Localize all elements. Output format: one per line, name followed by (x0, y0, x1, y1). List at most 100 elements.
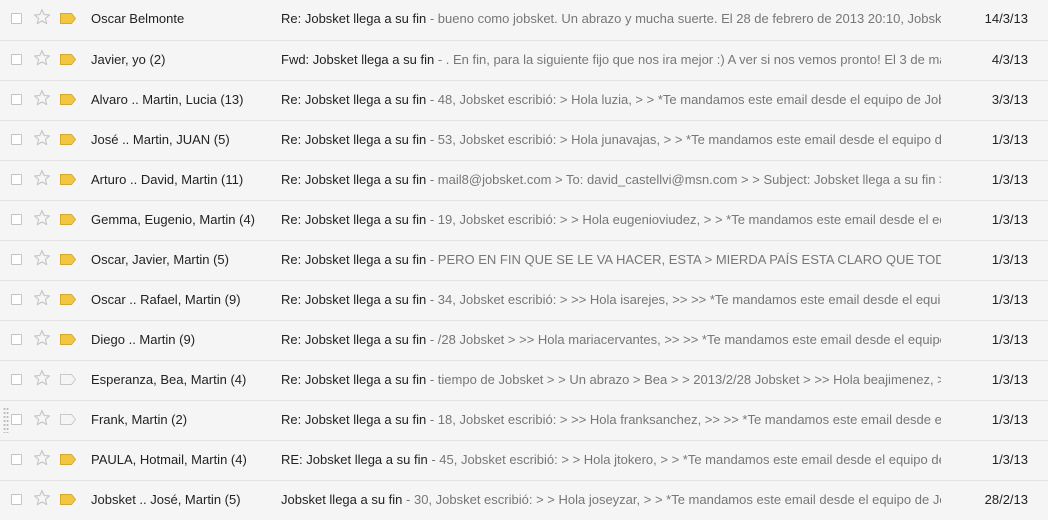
email-date: 1/3/13 (991, 332, 1028, 347)
email-subject: Re: Jobsket llega a su fin (281, 132, 427, 147)
email-date: 1/3/13 (991, 172, 1028, 187)
email-snippet: - bueno como jobsket. Un abrazo y mucha … (426, 11, 941, 26)
message-preview: Re: Jobsket llega a su fin - /28 Jobsket… (281, 332, 941, 347)
email-snippet: - mail8@jobsket.com > To: david_castellv… (426, 172, 941, 187)
importance-marker-icon[interactable] (60, 494, 76, 505)
email-row[interactable]: Alvaro .. Martin, Lucia (13) Re: Jobsket … (0, 80, 1048, 120)
message-preview: Re: Jobsket llega a su fin - PERO EN FIN… (281, 252, 941, 267)
email-subject: Re: Jobsket llega a su fin (281, 212, 427, 227)
email-snippet: - tiempo de Jobsket > > Un abrazo > Bea … (426, 372, 941, 387)
email-snippet: - . En fin, para la siguiente fijo que n… (434, 52, 941, 67)
email-snippet: - 48, Jobsket escribió: > Hola luzia, > … (426, 92, 941, 107)
email-date: 1/3/13 (991, 372, 1028, 387)
importance-marker-icon[interactable] (60, 214, 76, 225)
email-date: 3/3/13 (991, 92, 1028, 107)
importance-marker-icon[interactable] (60, 454, 76, 465)
email-subject: Re: Jobsket llega a su fin (281, 332, 427, 347)
select-checkbox[interactable] (11, 414, 22, 425)
select-checkbox[interactable] (11, 454, 22, 465)
email-row[interactable]: Gemma, Eugenio, Martin (4) Re: Jobsket ll… (0, 200, 1048, 240)
select-checkbox[interactable] (11, 254, 22, 265)
message-preview: Re: Jobsket llega a su fin - 18, Jobsket… (281, 412, 941, 427)
importance-marker-icon[interactable] (60, 334, 76, 345)
email-date: 1/3/13 (991, 212, 1028, 227)
email-date: 1/3/13 (991, 412, 1028, 427)
star-outline-icon[interactable] (33, 8, 51, 26)
email-subject: Fwd: Jobsket llega a su fin (281, 52, 435, 67)
email-subject: Re: Jobsket llega a su fin (281, 92, 427, 107)
sender-name: Oscar Belmonte (91, 11, 185, 26)
sender-name: Oscar, Javier, Martin (5) (91, 252, 229, 267)
select-checkbox[interactable] (11, 214, 22, 225)
email-subject: Re: Jobsket llega a su fin (281, 372, 427, 387)
importance-marker-icon[interactable] (60, 414, 76, 425)
select-checkbox[interactable] (11, 334, 22, 345)
email-subject: Re: Jobsket llega a su fin (281, 412, 427, 427)
email-row[interactable]: Diego .. Martin (9) Re: Jobsket llega a s… (0, 320, 1048, 360)
drag-handle-icon[interactable] (3, 407, 9, 433)
message-preview: Re: Jobsket llega a su fin - 19, Jobsket… (281, 212, 941, 227)
message-preview: Re: Jobsket llega a su fin - 34, Jobsket… (281, 292, 941, 307)
email-snippet: - 53, Jobsket escribió: > Hola junavajas… (426, 132, 941, 147)
email-subject: RE: Jobsket llega a su fin (281, 452, 428, 467)
email-snippet: - 34, Jobsket escribió: > >> Hola isarej… (426, 292, 941, 307)
importance-marker-icon[interactable] (60, 134, 76, 145)
email-subject: Re: Jobsket llega a su fin (281, 11, 427, 26)
sender-name: Alvaro .. Martin, Lucia (13) (91, 92, 244, 107)
message-preview: Re: Jobsket llega a su fin - 53, Jobsket… (281, 132, 941, 147)
select-checkbox[interactable] (11, 54, 22, 65)
email-subject: Jobsket llega a su fin (281, 492, 403, 507)
message-preview: Fwd: Jobsket llega a su fin - . En fin, … (281, 52, 941, 67)
email-row[interactable]: José .. Martin, JUAN (5) Re: Jobsket lleg… (0, 120, 1048, 160)
email-date: 1/3/13 (991, 452, 1028, 467)
star-outline-icon[interactable] (33, 329, 51, 347)
email-row[interactable]: Arturo .. David, Martin (11) Re: Jobsket … (0, 160, 1048, 200)
select-checkbox[interactable] (11, 94, 22, 105)
importance-marker-icon[interactable] (60, 54, 76, 65)
sender-name: Arturo .. David, Martin (11) (91, 172, 244, 187)
star-outline-icon[interactable] (33, 369, 51, 387)
email-row[interactable]: Esperanza, Bea, Martin (4) Re: Jobsket ll… (0, 360, 1048, 400)
importance-marker-icon[interactable] (60, 94, 76, 105)
email-subject: Re: Jobsket llega a su fin (281, 172, 427, 187)
select-checkbox[interactable] (11, 374, 22, 385)
email-snippet: - PERO EN FIN QUE SE LE VA HACER, ESTA >… (426, 252, 941, 267)
star-outline-icon[interactable] (33, 89, 51, 107)
importance-marker-icon[interactable] (60, 374, 76, 385)
star-outline-icon[interactable] (33, 169, 51, 187)
email-row[interactable]: Oscar, Javier, Martin (5) Re: Jobsket lle… (0, 240, 1048, 280)
email-snippet: - 18, Jobsket escribió: > >> Hola franks… (426, 412, 941, 427)
email-row[interactable]: Jobsket .. José, Martin (5) Jobsket llega… (0, 480, 1048, 520)
sender-name: PAULA, Hotmail, Martin (4) (91, 452, 247, 467)
importance-marker-icon[interactable] (60, 254, 76, 265)
star-outline-icon[interactable] (33, 449, 51, 467)
importance-marker-icon[interactable] (60, 294, 76, 305)
star-outline-icon[interactable] (33, 409, 51, 427)
select-checkbox[interactable] (11, 174, 22, 185)
select-checkbox[interactable] (11, 13, 22, 24)
email-row[interactable]: Frank, Martin (2) Re: Jobsket llega a su … (0, 400, 1048, 440)
importance-marker-icon[interactable] (60, 13, 76, 24)
email-date: 28/2/13 (984, 492, 1028, 507)
message-preview: Re: Jobsket llega a su fin - mail8@jobsk… (281, 172, 941, 187)
star-outline-icon[interactable] (33, 209, 51, 227)
email-date: 4/3/13 (991, 52, 1028, 67)
select-checkbox[interactable] (11, 294, 22, 305)
email-row[interactable]: PAULA, Hotmail, Martin (4) RE: Jobsket ll… (0, 440, 1048, 480)
select-checkbox[interactable] (11, 494, 22, 505)
star-outline-icon[interactable] (33, 129, 51, 147)
email-row[interactable]: Oscar Belmonte Re: Jobsket llega a su fin… (0, 0, 1048, 40)
importance-marker-icon[interactable] (60, 174, 76, 185)
email-date: 1/3/13 (991, 252, 1028, 267)
star-outline-icon[interactable] (33, 489, 51, 507)
message-preview: RE: Jobsket llega a su fin - 45, Jobsket… (281, 452, 941, 467)
star-outline-icon[interactable] (33, 49, 51, 67)
star-outline-icon[interactable] (33, 289, 51, 307)
select-checkbox[interactable] (11, 134, 22, 145)
email-row[interactable]: Javier, yo (2) Fwd: Jobsket llega a su fi… (0, 40, 1048, 80)
sender-name: Esperanza, Bea, Martin (4) (91, 372, 247, 387)
email-row[interactable]: Oscar .. Rafael, Martin (9) Re: Jobsket l… (0, 280, 1048, 320)
email-date: 1/3/13 (991, 132, 1028, 147)
star-outline-icon[interactable] (33, 249, 51, 267)
sender-name: Gemma, Eugenio, Martin (4) (91, 212, 256, 227)
